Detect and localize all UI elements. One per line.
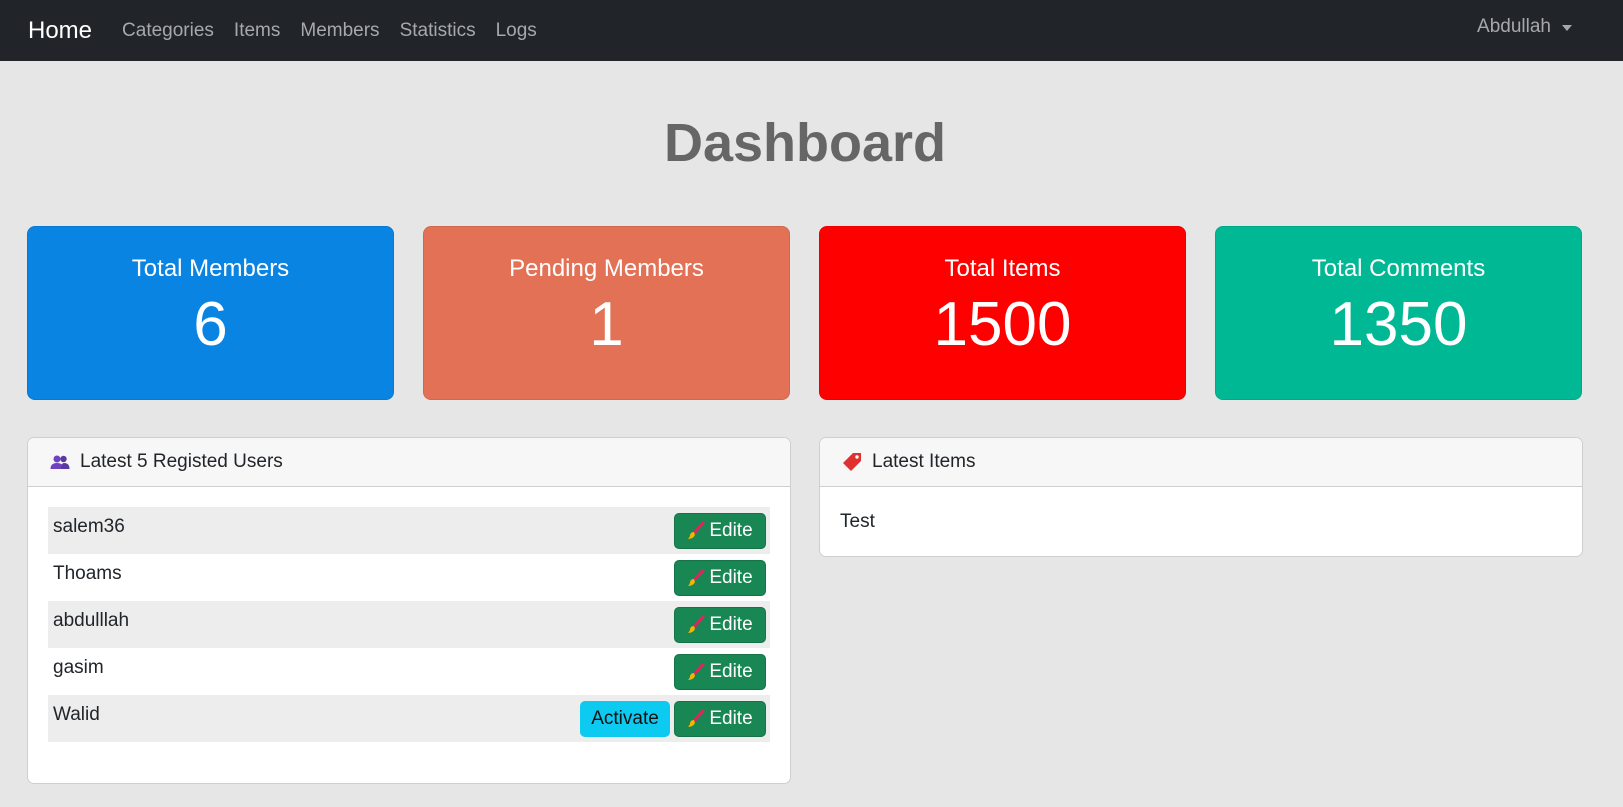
stat-label: Total Items: [944, 255, 1061, 282]
stat-card-pending-members[interactable]: Pending Members 1: [423, 226, 790, 400]
stat-label: Total Comments: [1311, 255, 1486, 282]
top-navbar: Home Categories Items Members Statistics…: [0, 0, 1623, 61]
stat-value: 1350: [1329, 290, 1468, 359]
list-item: Walid Activate Edite: [48, 695, 770, 742]
user-name: salem36: [53, 516, 125, 537]
users-icon: [50, 454, 70, 470]
stat-label: Pending Members: [509, 255, 704, 282]
paintbrush-icon: [688, 521, 705, 539]
user-list: salem36 Edite Thoams Edite abdulllah Edi…: [48, 507, 770, 742]
stat-value: 6: [193, 290, 228, 359]
user-name: abdulllah: [53, 610, 130, 631]
user-name: Thoams: [53, 563, 122, 584]
edit-button[interactable]: Edite: [674, 512, 766, 549]
latest-users-panel: Latest 5 Registed Users salem36 Edite Th…: [27, 437, 791, 784]
caret-down-icon: [1562, 25, 1572, 31]
user-name: Walid: [53, 704, 100, 725]
tag-icon: [842, 452, 862, 472]
latest-users-header: Latest 5 Registed Users: [28, 438, 790, 487]
nav-link-members[interactable]: Members: [300, 20, 379, 42]
latest-items-header: Latest Items: [820, 438, 1582, 487]
list-item[interactable]: Test: [820, 487, 1582, 556]
stat-label: Total Members: [131, 255, 290, 282]
stat-value: 1500: [933, 290, 1072, 359]
list-item: salem36 Edite: [48, 507, 770, 554]
nav-links: Categories Items Members Statistics Logs: [122, 20, 557, 42]
page-title: Dashboard: [663, 113, 947, 173]
edit-button[interactable]: Edite: [674, 606, 766, 643]
nav-link-logs[interactable]: Logs: [496, 20, 537, 42]
paintbrush-icon: [688, 568, 705, 586]
stat-card-total-comments[interactable]: Total Comments 1350: [1215, 226, 1582, 400]
edit-button[interactable]: Edite: [674, 559, 766, 596]
paintbrush-icon: [688, 662, 705, 680]
nav-link-items[interactable]: Items: [234, 20, 280, 42]
latest-items-panel: Latest Items Test: [819, 437, 1583, 557]
list-item: Thoams Edite: [48, 554, 770, 601]
paintbrush-icon: [688, 709, 705, 727]
activate-button[interactable]: Activate: [580, 700, 670, 737]
latest-items-title: Latest Items: [872, 451, 976, 472]
nav-link-statistics[interactable]: Statistics: [400, 20, 476, 42]
edit-button[interactable]: Edite: [674, 653, 766, 690]
nav-home-link[interactable]: Home: [28, 17, 92, 45]
list-item: gasim Edite: [48, 648, 770, 695]
nav-link-categories[interactable]: Categories: [122, 20, 214, 42]
stat-card-total-members[interactable]: Total Members 6: [27, 226, 394, 400]
stat-card-total-items[interactable]: Total Items 1500: [819, 226, 1186, 400]
user-name: gasim: [53, 657, 104, 678]
user-dropdown[interactable]: Abdullah: [1477, 16, 1572, 38]
list-item: abdulllah Edite: [48, 601, 770, 648]
user-name: Abdullah: [1477, 16, 1551, 37]
stat-value: 1: [589, 290, 624, 359]
edit-button[interactable]: Edite: [674, 700, 766, 737]
latest-users-title: Latest 5 Registed Users: [80, 451, 283, 472]
paintbrush-icon: [688, 615, 705, 633]
